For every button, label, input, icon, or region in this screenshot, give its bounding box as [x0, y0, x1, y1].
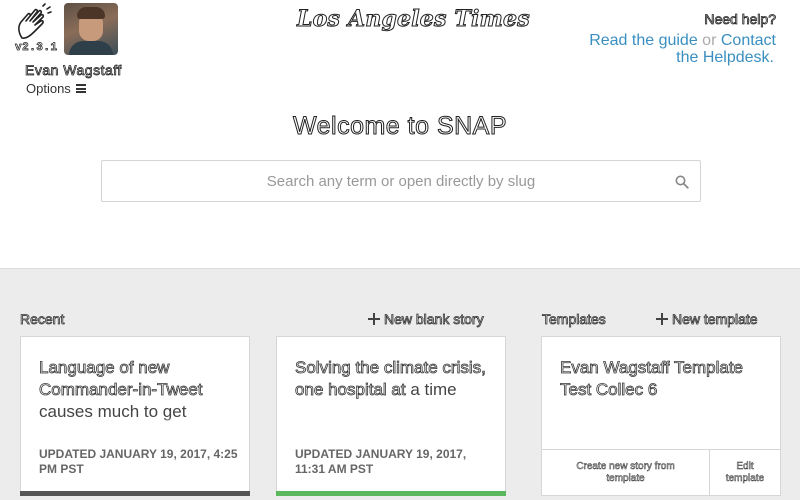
masthead-logo: Los Angeles Times: [297, 6, 531, 33]
story-title-part-1: Language of new Commander-in-Tweet: [39, 358, 203, 400]
user-name: Evan Wagstaff: [25, 62, 122, 79]
new-template-label: New template: [672, 311, 758, 328]
story-card[interactable]: Language of new Commander-in-Tweet cause…: [20, 336, 250, 496]
avatar-shirt: [69, 41, 113, 55]
story-updated: UPDATED JANUARY 19, 2017, 11:31 AM PST: [295, 447, 467, 476]
contact-helpdesk-link[interactable]: Contact: [721, 32, 776, 49]
contact-helpdesk-link-continued[interactable]: the Helpdesk.: [676, 49, 774, 67]
create-story-from-template-button[interactable]: Create new story from template: [542, 450, 710, 496]
story-status-bar: [276, 491, 506, 496]
help-links: Read the guide or Contact: [589, 32, 776, 50]
new-blank-story-button[interactable]: New blank story: [368, 311, 484, 327]
recent-label: Recent: [20, 311, 65, 328]
story-title-part-1: Solving the climate crisis, one hospital…: [295, 358, 486, 400]
plus-icon: [656, 313, 668, 325]
read-guide-link[interactable]: Read the guide: [589, 32, 698, 49]
story-card[interactable]: Solving the climate crisis, one hospital…: [276, 336, 506, 496]
avatar-hair: [77, 7, 105, 19]
options-menu-button[interactable]: Options: [26, 81, 86, 96]
template-actions: Create new story from template Edit temp…: [542, 449, 780, 496]
story-updated: UPDATED JANUARY 19, 2017, 4:25 PM PST: [39, 447, 238, 476]
version-label: v2.3.1: [15, 42, 58, 55]
snap-hand-logo-icon[interactable]: [14, 2, 54, 42]
templates-label: Templates: [542, 311, 607, 328]
template-card: Evan Wagstaff Template Test Collec 6 Cre…: [541, 336, 781, 496]
story-title: Language of new Commander-in-Tweet cause…: [39, 357, 234, 423]
stories-area: Recent New blank story Language of new C…: [0, 268, 800, 500]
page-title: Welcome to SNAP: [292, 112, 508, 141]
search-box: [101, 160, 701, 202]
new-template-button[interactable]: New template: [656, 311, 758, 327]
edit-template-button[interactable]: Edit template: [710, 450, 780, 496]
options-label: Options: [26, 81, 71, 96]
template-title: Evan Wagstaff Template Test Collec 6: [560, 358, 744, 400]
new-blank-story-label: New blank story: [384, 311, 484, 328]
header-area: v2.3.1 Evan Wagstaff Options Los Angeles…: [0, 0, 800, 268]
plus-icon: [368, 313, 380, 325]
search-icon[interactable]: [675, 175, 689, 189]
story-title: Solving the climate crisis, one hospital…: [295, 357, 490, 423]
help-or-text: or: [702, 32, 717, 49]
story-status-bar: [20, 491, 250, 496]
search-input[interactable]: [102, 161, 700, 201]
story-title-part-2: a time: [410, 380, 457, 399]
hamburger-menu-icon: [75, 84, 86, 93]
user-avatar[interactable]: [64, 3, 118, 55]
help-title: Need help?: [704, 11, 776, 28]
title-fade: [21, 417, 249, 429]
